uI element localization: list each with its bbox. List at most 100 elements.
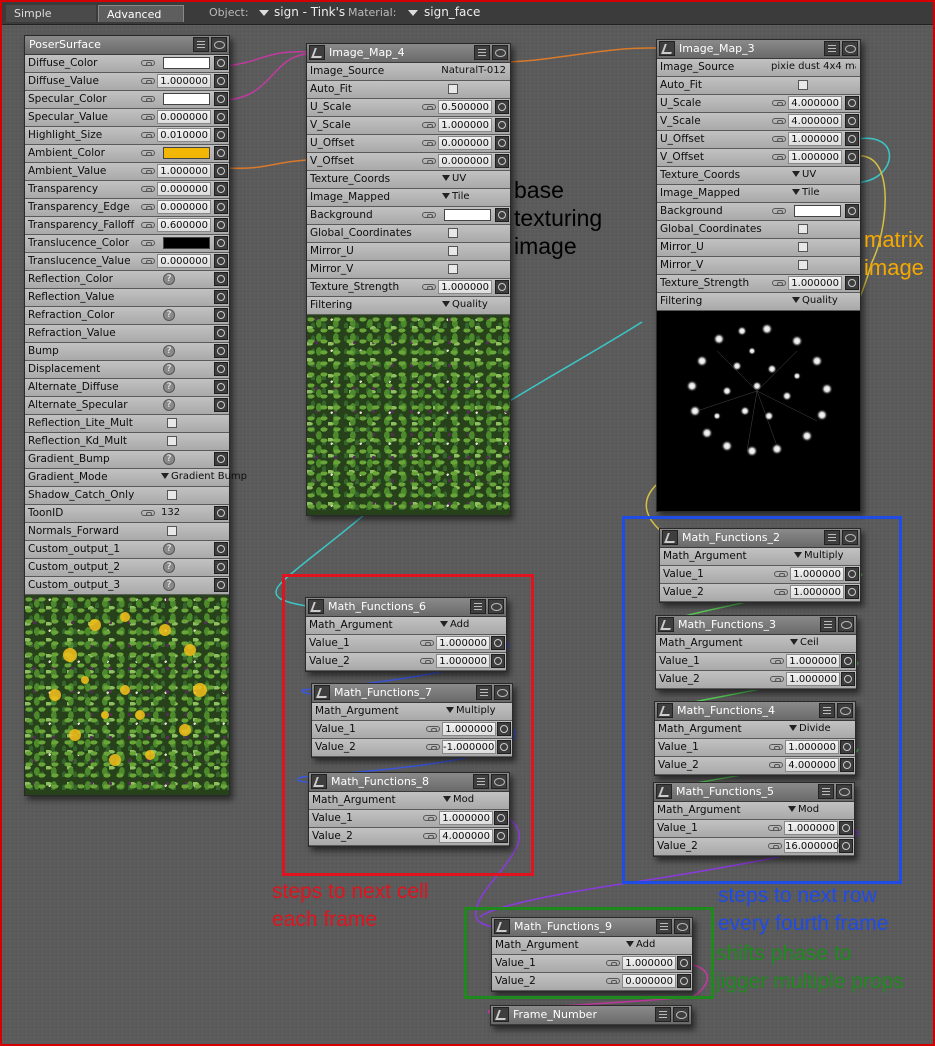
param-row-v-scale[interactable]: V_Scale 4.000000 [657, 113, 860, 131]
param-row-reflection-lite-mult[interactable]: Reflection_Lite_Mult [25, 415, 229, 433]
input-plug-icon[interactable] [214, 290, 228, 304]
link-icon[interactable] [141, 96, 155, 102]
param-row-u-scale[interactable]: U_Scale 4.000000 [657, 95, 860, 113]
link-icon[interactable] [141, 204, 155, 210]
image-map-3-header[interactable]: Image_Map_3 [657, 40, 860, 59]
param-row-translucence-color[interactable]: Translucence_Color [25, 235, 229, 253]
checkbox[interactable] [798, 242, 808, 252]
help-icon[interactable]: ? [163, 561, 175, 573]
input-plug-icon[interactable] [214, 254, 228, 268]
value-field[interactable]: 0.600000 [157, 218, 211, 232]
param-row-mirror-v[interactable]: Mirror_V [307, 261, 510, 279]
dropdown[interactable]: Quality [792, 293, 838, 309]
input-plug-icon[interactable] [214, 218, 228, 232]
object-dropdown-icon[interactable] [259, 10, 269, 16]
image-map-4-node[interactable]: Image_Map_4 Image_Source NaturalT-012 Auto… [306, 43, 511, 516]
input-plug-icon[interactable] [214, 308, 228, 322]
link-icon[interactable] [141, 168, 155, 174]
link-icon[interactable] [141, 258, 155, 264]
value-field[interactable]: 1.000000 [438, 118, 492, 132]
dropdown[interactable]: Gradient Bump [161, 469, 247, 485]
eye-icon[interactable] [492, 45, 508, 60]
input-plug-icon[interactable] [495, 118, 509, 132]
param-row-transparency-falloff[interactable]: Transparency_Falloff 0.600000 [25, 217, 229, 235]
help-icon[interactable]: ? [163, 345, 175, 357]
param-row-gradient-mode[interactable]: Gradient_Mode Gradient Bump [25, 469, 247, 487]
param-row-diffuse-value[interactable]: Diffuse_Value 1.000000 [25, 73, 229, 91]
param-row-u-offset[interactable]: U_Offset 1.000000 [657, 131, 860, 149]
object-select[interactable]: sign - Tink's [274, 5, 345, 19]
input-plug-icon[interactable] [214, 326, 228, 340]
dropdown[interactable]: UV [792, 167, 816, 183]
link-icon[interactable] [422, 122, 436, 128]
link-icon[interactable] [141, 186, 155, 192]
param-row-transparency[interactable]: Transparency 0.000000 [25, 181, 229, 199]
help-icon[interactable]: ? [163, 453, 175, 465]
param-row-transparency-edge[interactable]: Transparency_Edge 0.000000 [25, 199, 229, 217]
value-field[interactable]: 0.010000 [157, 128, 211, 142]
input-plug-icon[interactable] [214, 164, 228, 178]
image-map-3-node[interactable]: Image_Map_3 Image_Source pixie dust 4x4 m… [656, 39, 861, 512]
param-row-global-coordinates[interactable]: Global_Coordinates [307, 225, 510, 243]
value-field[interactable]: 0.000000 [438, 136, 492, 150]
input-plug-icon[interactable] [214, 92, 228, 106]
value-field[interactable]: 0.000000 [157, 110, 211, 124]
value-field[interactable]: 0.000000 [157, 254, 211, 268]
link-icon[interactable] [772, 208, 786, 214]
help-icon[interactable]: ? [163, 399, 175, 411]
input-plug-icon[interactable] [214, 344, 228, 358]
link-icon[interactable] [141, 222, 155, 228]
input-plug-icon[interactable] [845, 204, 859, 218]
input-plug-icon[interactable] [495, 100, 509, 114]
help-icon[interactable]: ? [163, 543, 175, 555]
param-row-filtering[interactable]: Filtering Quality [307, 297, 510, 315]
input-plug-icon[interactable] [495, 154, 509, 168]
param-row-alternate-specular[interactable]: Alternate_Specular? [25, 397, 229, 415]
input-plug-icon[interactable] [214, 380, 228, 394]
value-field[interactable]: 4.000000 [788, 96, 842, 110]
color-swatch[interactable] [163, 237, 210, 249]
param-row-refraction-color[interactable]: Refraction_Color? [25, 307, 229, 325]
param-row-normals-forward[interactable]: Normals_Forward [25, 523, 229, 541]
param-row-gradient-bump[interactable]: Gradient_Bump? [25, 451, 229, 469]
checkbox[interactable] [167, 490, 177, 500]
input-plug-icon[interactable] [214, 182, 228, 196]
eye-icon[interactable] [673, 1007, 689, 1022]
input-plug-icon[interactable] [495, 280, 509, 294]
checkbox[interactable] [798, 80, 808, 90]
help-icon[interactable]: ? [163, 273, 175, 285]
help-icon[interactable]: ? [163, 381, 175, 393]
frame-number-node[interactable]: Frame_Number [490, 1005, 692, 1026]
param-row-global-coordinates[interactable]: Global_Coordinates [657, 221, 860, 239]
param-row-mirror-u[interactable]: Mirror_U [657, 239, 860, 257]
param-row-image-source[interactable]: Image_Source pixie dust 4x4 matrix 409 [657, 59, 860, 77]
dropdown[interactable]: Tile [442, 189, 470, 205]
dropdown[interactable]: Tile [792, 185, 820, 201]
dropdown[interactable]: UV [442, 171, 466, 187]
eye-icon[interactable] [842, 41, 858, 56]
image-source-value[interactable]: pixie dust 4x4 matrix 409 [771, 59, 856, 75]
input-plug-icon[interactable] [214, 578, 228, 592]
param-row-highlight-size[interactable]: Highlight_Size 0.010000 [25, 127, 229, 145]
input-plug-icon[interactable] [214, 560, 228, 574]
param-row-image-source[interactable]: Image_Source NaturalT-012 [307, 63, 510, 81]
value-field[interactable]: 1.000000 [788, 132, 842, 146]
value-field[interactable]: 0.000000 [157, 182, 211, 196]
link-icon[interactable] [772, 118, 786, 124]
link-icon[interactable] [772, 154, 786, 160]
input-plug-icon[interactable] [214, 74, 228, 88]
help-icon[interactable]: ? [163, 579, 175, 591]
input-plug-icon[interactable] [845, 96, 859, 110]
param-row-v-offset[interactable]: V_Offset 0.000000 [307, 153, 510, 171]
link-icon[interactable] [422, 284, 436, 290]
param-row-custom-output-2[interactable]: Custom_output_2? [25, 559, 229, 577]
param-row-toonid[interactable]: ToonID 132 [25, 505, 229, 523]
input-plug-icon[interactable] [214, 236, 228, 250]
param-row-texture-strength[interactable]: Texture_Strength 1.000000 [307, 279, 510, 297]
input-plug-icon[interactable] [214, 272, 228, 286]
input-plug-icon[interactable] [845, 114, 859, 128]
input-plug-icon[interactable] [214, 362, 228, 376]
value-field[interactable]: 4.000000 [788, 114, 842, 128]
dropdown[interactable]: Quality [442, 297, 488, 313]
param-row-image-mapped[interactable]: Image_Mapped Tile [307, 189, 510, 207]
